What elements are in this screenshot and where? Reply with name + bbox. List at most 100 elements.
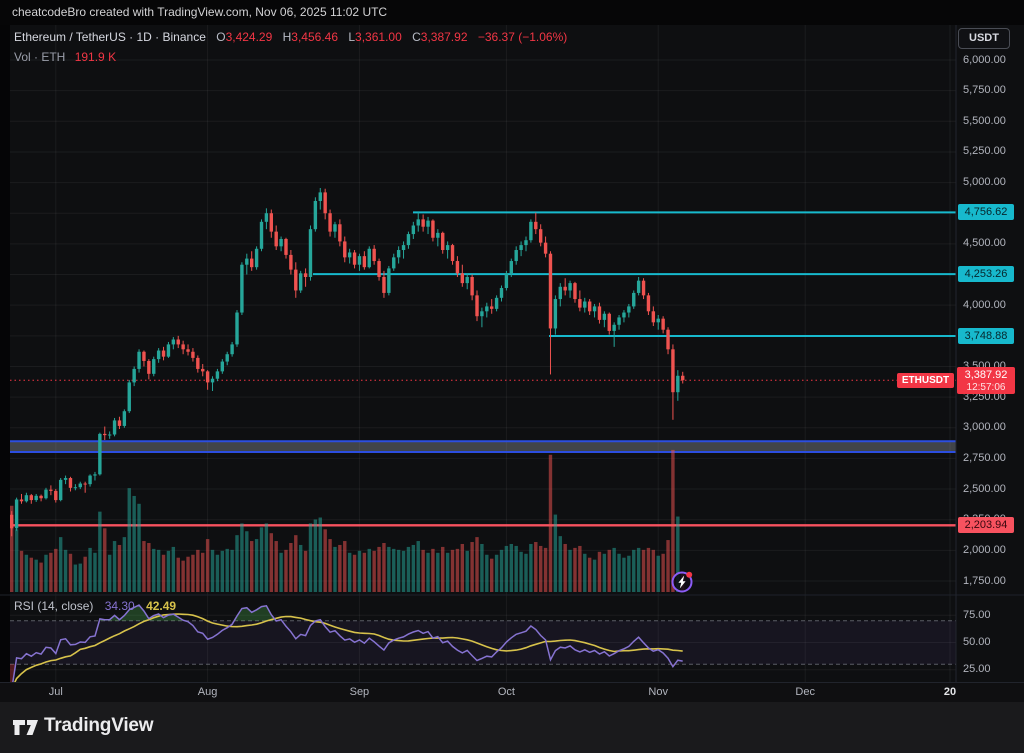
candle-body	[676, 376, 679, 392]
candle-body	[319, 192, 322, 201]
volume-bar	[647, 548, 650, 592]
candle-body	[426, 221, 429, 227]
attribution-bar: cheatcodeBro created with TradingView.co…	[0, 0, 1024, 25]
change-value: −36.37 (−1.06%)	[478, 30, 567, 44]
candle-body	[10, 515, 13, 528]
candle-body	[617, 317, 620, 324]
candle-body	[240, 265, 243, 313]
rsi-value: 34.30	[105, 599, 135, 613]
volume-bar	[186, 557, 189, 592]
time-tick-label: Jul	[49, 686, 63, 698]
price-chart-canvas[interactable]	[0, 0, 1024, 753]
time-tick-label: Oct	[498, 686, 515, 698]
close-key: C	[412, 30, 421, 44]
price-tick-label: 5,500.00	[963, 115, 1006, 127]
volume-bar	[216, 555, 219, 592]
volume-bar	[559, 536, 562, 592]
candle-body	[343, 241, 346, 257]
time-axis[interactable]: JulAugSepOctNovDec20	[0, 682, 1024, 703]
volume-bar	[505, 546, 508, 592]
candle-body	[152, 359, 155, 374]
candle-body	[93, 474, 96, 475]
volume-bar	[74, 565, 77, 592]
level-price-pill[interactable]: 4,756.62	[958, 204, 1014, 220]
volume-bar	[421, 550, 424, 592]
volume-bar	[534, 542, 537, 592]
candle-body	[519, 245, 522, 250]
rsi-tick-label: 75.00	[963, 609, 991, 621]
candle-body	[196, 358, 199, 369]
candle-body	[255, 249, 258, 267]
rsi-indicator-legend[interactable]: RSI (14, close) 34.30 42.49	[14, 599, 176, 613]
candle-body	[392, 257, 395, 268]
volume-bar	[309, 523, 312, 592]
volume-legend[interactable]: Vol · ETH 191.9 K	[14, 50, 116, 64]
tradingview-brand[interactable]: TradingView	[44, 715, 153, 737]
volume-bar	[431, 549, 434, 592]
level-price-pill[interactable]: 4,253.26	[958, 266, 1014, 282]
candle-body	[470, 277, 473, 295]
candle-body	[216, 371, 219, 378]
volume-bar	[279, 553, 282, 592]
volume-bar	[417, 541, 420, 592]
currency-toggle-button[interactable]: USDT	[958, 28, 1010, 49]
volume-bar	[54, 549, 57, 592]
volume-bar	[270, 533, 273, 592]
last-price-pill[interactable]: 3,387.92 12:57:06	[957, 367, 1015, 394]
candle-body	[270, 213, 273, 231]
candle-body	[54, 491, 57, 500]
candle-body	[495, 298, 498, 309]
candle-body	[235, 313, 238, 345]
level-price-pill[interactable]: 3,748.88	[958, 328, 1014, 344]
candle-body	[147, 361, 150, 374]
candle-body	[323, 192, 326, 213]
candle-body	[137, 352, 140, 369]
candle-body	[25, 495, 28, 501]
volume-bar	[617, 554, 620, 592]
candle-body	[309, 229, 312, 277]
candle-body	[397, 250, 400, 257]
volume-bar	[451, 550, 454, 592]
candle-body	[245, 259, 248, 265]
candle-body	[304, 273, 307, 277]
volume-bar	[475, 537, 478, 592]
volume-bar	[245, 531, 248, 592]
candle-body	[402, 245, 405, 250]
candle-body	[377, 261, 380, 277]
candle-body	[480, 311, 483, 316]
candle-body	[529, 222, 532, 240]
candle-body	[177, 340, 180, 345]
candle-body	[490, 306, 493, 308]
price-tick-label: 2,500.00	[963, 483, 1006, 495]
volume-bar	[603, 554, 606, 592]
candle-body	[34, 496, 37, 500]
candle-body	[544, 243, 547, 254]
symbol-header[interactable]: Ethereum / TetherUS · 1D · Binance O3,42…	[14, 30, 567, 44]
attribution-text: cheatcodeBro created with TradingView.co…	[12, 5, 387, 19]
volume-bar	[461, 544, 464, 592]
volume-bar	[157, 550, 160, 592]
volume-bar	[255, 539, 258, 592]
volume-bar	[529, 544, 532, 592]
volume-bar	[578, 546, 581, 592]
volume-bar	[514, 546, 517, 592]
candle-body	[206, 371, 209, 382]
volume-bar	[446, 553, 449, 592]
volume-bar	[30, 558, 33, 592]
candle-body	[162, 351, 165, 357]
volume-bar	[181, 561, 184, 592]
volume-bar	[549, 455, 552, 592]
volume-bar	[387, 547, 390, 592]
volume-bar	[343, 541, 346, 592]
volume-bar	[177, 558, 180, 592]
candle-body	[539, 229, 542, 242]
volume-bar	[392, 549, 395, 592]
candle-body	[79, 484, 82, 488]
left-margin	[0, 25, 10, 682]
volume-bar	[323, 529, 326, 592]
tradingview-logo-icon[interactable]	[12, 717, 40, 739]
candle-body	[652, 311, 655, 322]
events-lightning-icon[interactable]	[673, 572, 693, 592]
support-price-pill[interactable]: 2,203.94	[958, 517, 1014, 533]
candle-body	[554, 299, 557, 328]
